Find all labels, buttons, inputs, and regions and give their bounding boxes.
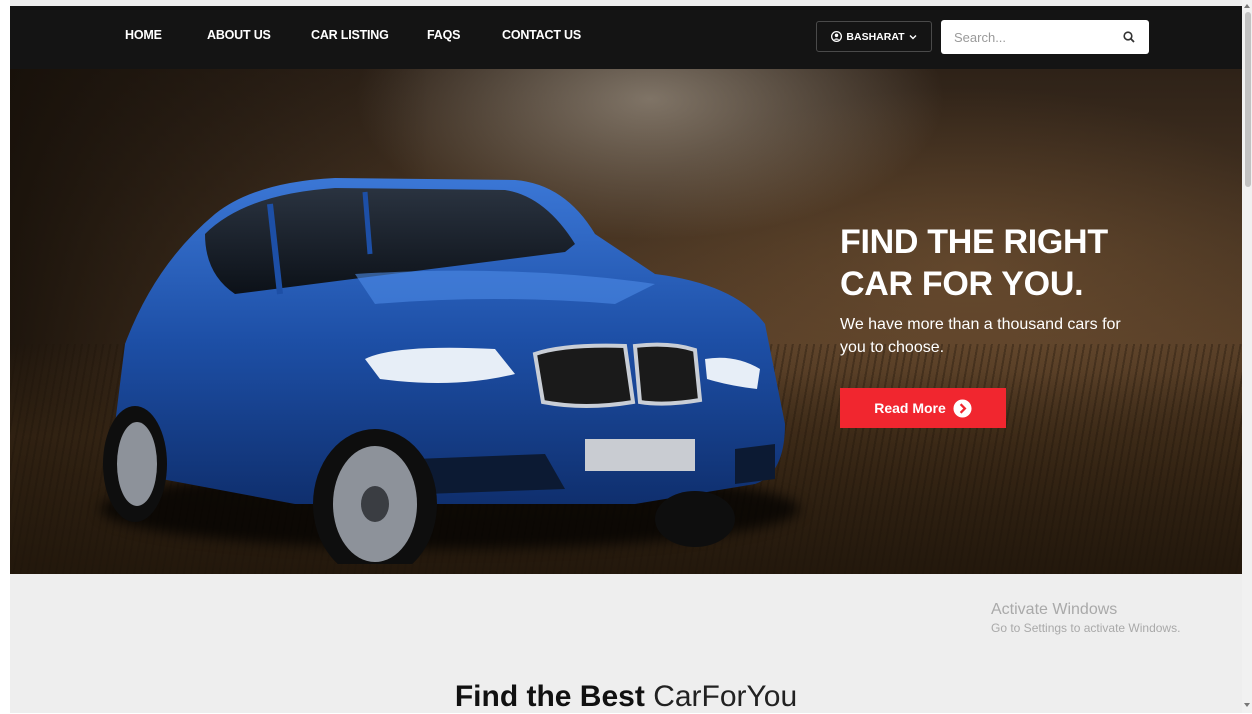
- search-box: [941, 20, 1149, 54]
- scroll-up-arrow-icon[interactable]: [1244, 4, 1250, 8]
- section-title: Find the Best CarForYou: [0, 680, 1252, 714]
- section-title-bold: Find the Best: [454, 680, 645, 713]
- car-image: [103, 178, 785, 564]
- watermark-line-1: Activate Windows: [991, 601, 1118, 618]
- arrow-circle-right-icon: [953, 398, 972, 418]
- chevron-down-icon: [909, 34, 917, 39]
- hero-title-line-1: FIND THE RIGHT: [840, 223, 1108, 261]
- search-input[interactable]: [941, 20, 1111, 54]
- watermark-line-2: Go to Settings to activate Windows.: [991, 621, 1181, 635]
- scrollbar-thumb[interactable]: [1245, 12, 1251, 187]
- scroll-down-arrow-icon[interactable]: [1244, 703, 1250, 707]
- nav-home[interactable]: HOME: [125, 28, 162, 42]
- nav-about-us[interactable]: ABOUT US: [207, 28, 271, 42]
- nav-contact-us[interactable]: CONTACT US: [502, 28, 581, 42]
- nav-faqs[interactable]: FAQS: [427, 28, 460, 42]
- hero-title: FIND THE RIGHT CAR FOR YOU.: [840, 221, 1200, 305]
- hero-text-block: FIND THE RIGHT CAR FOR YOU. We have more…: [840, 221, 1200, 428]
- user-menu-button[interactable]: BASHARAT: [816, 21, 932, 52]
- hero-subtitle: We have more than a thousand cars for yo…: [840, 316, 1121, 356]
- user-name: BASHARAT: [846, 30, 905, 43]
- section-title-light: CarForYou: [653, 680, 798, 713]
- windows-activation-watermark: Activate Windows Go to Settings to activ…: [991, 601, 1180, 635]
- hero-title-line-2: CAR FOR YOU.: [840, 265, 1084, 303]
- read-more-label: Read More: [874, 400, 946, 416]
- read-more-button[interactable]: Read More: [840, 388, 1006, 428]
- hero-banner: FIND THE RIGHT CAR FOR YOU. We have more…: [10, 69, 1242, 574]
- user-circle-icon: [831, 31, 843, 42]
- nav-car-listing[interactable]: CAR LISTING: [311, 28, 389, 42]
- top-navbar: HOME ABOUT US CAR LISTING FAQS CONTACT U…: [10, 6, 1242, 69]
- search-icon[interactable]: [1123, 31, 1135, 43]
